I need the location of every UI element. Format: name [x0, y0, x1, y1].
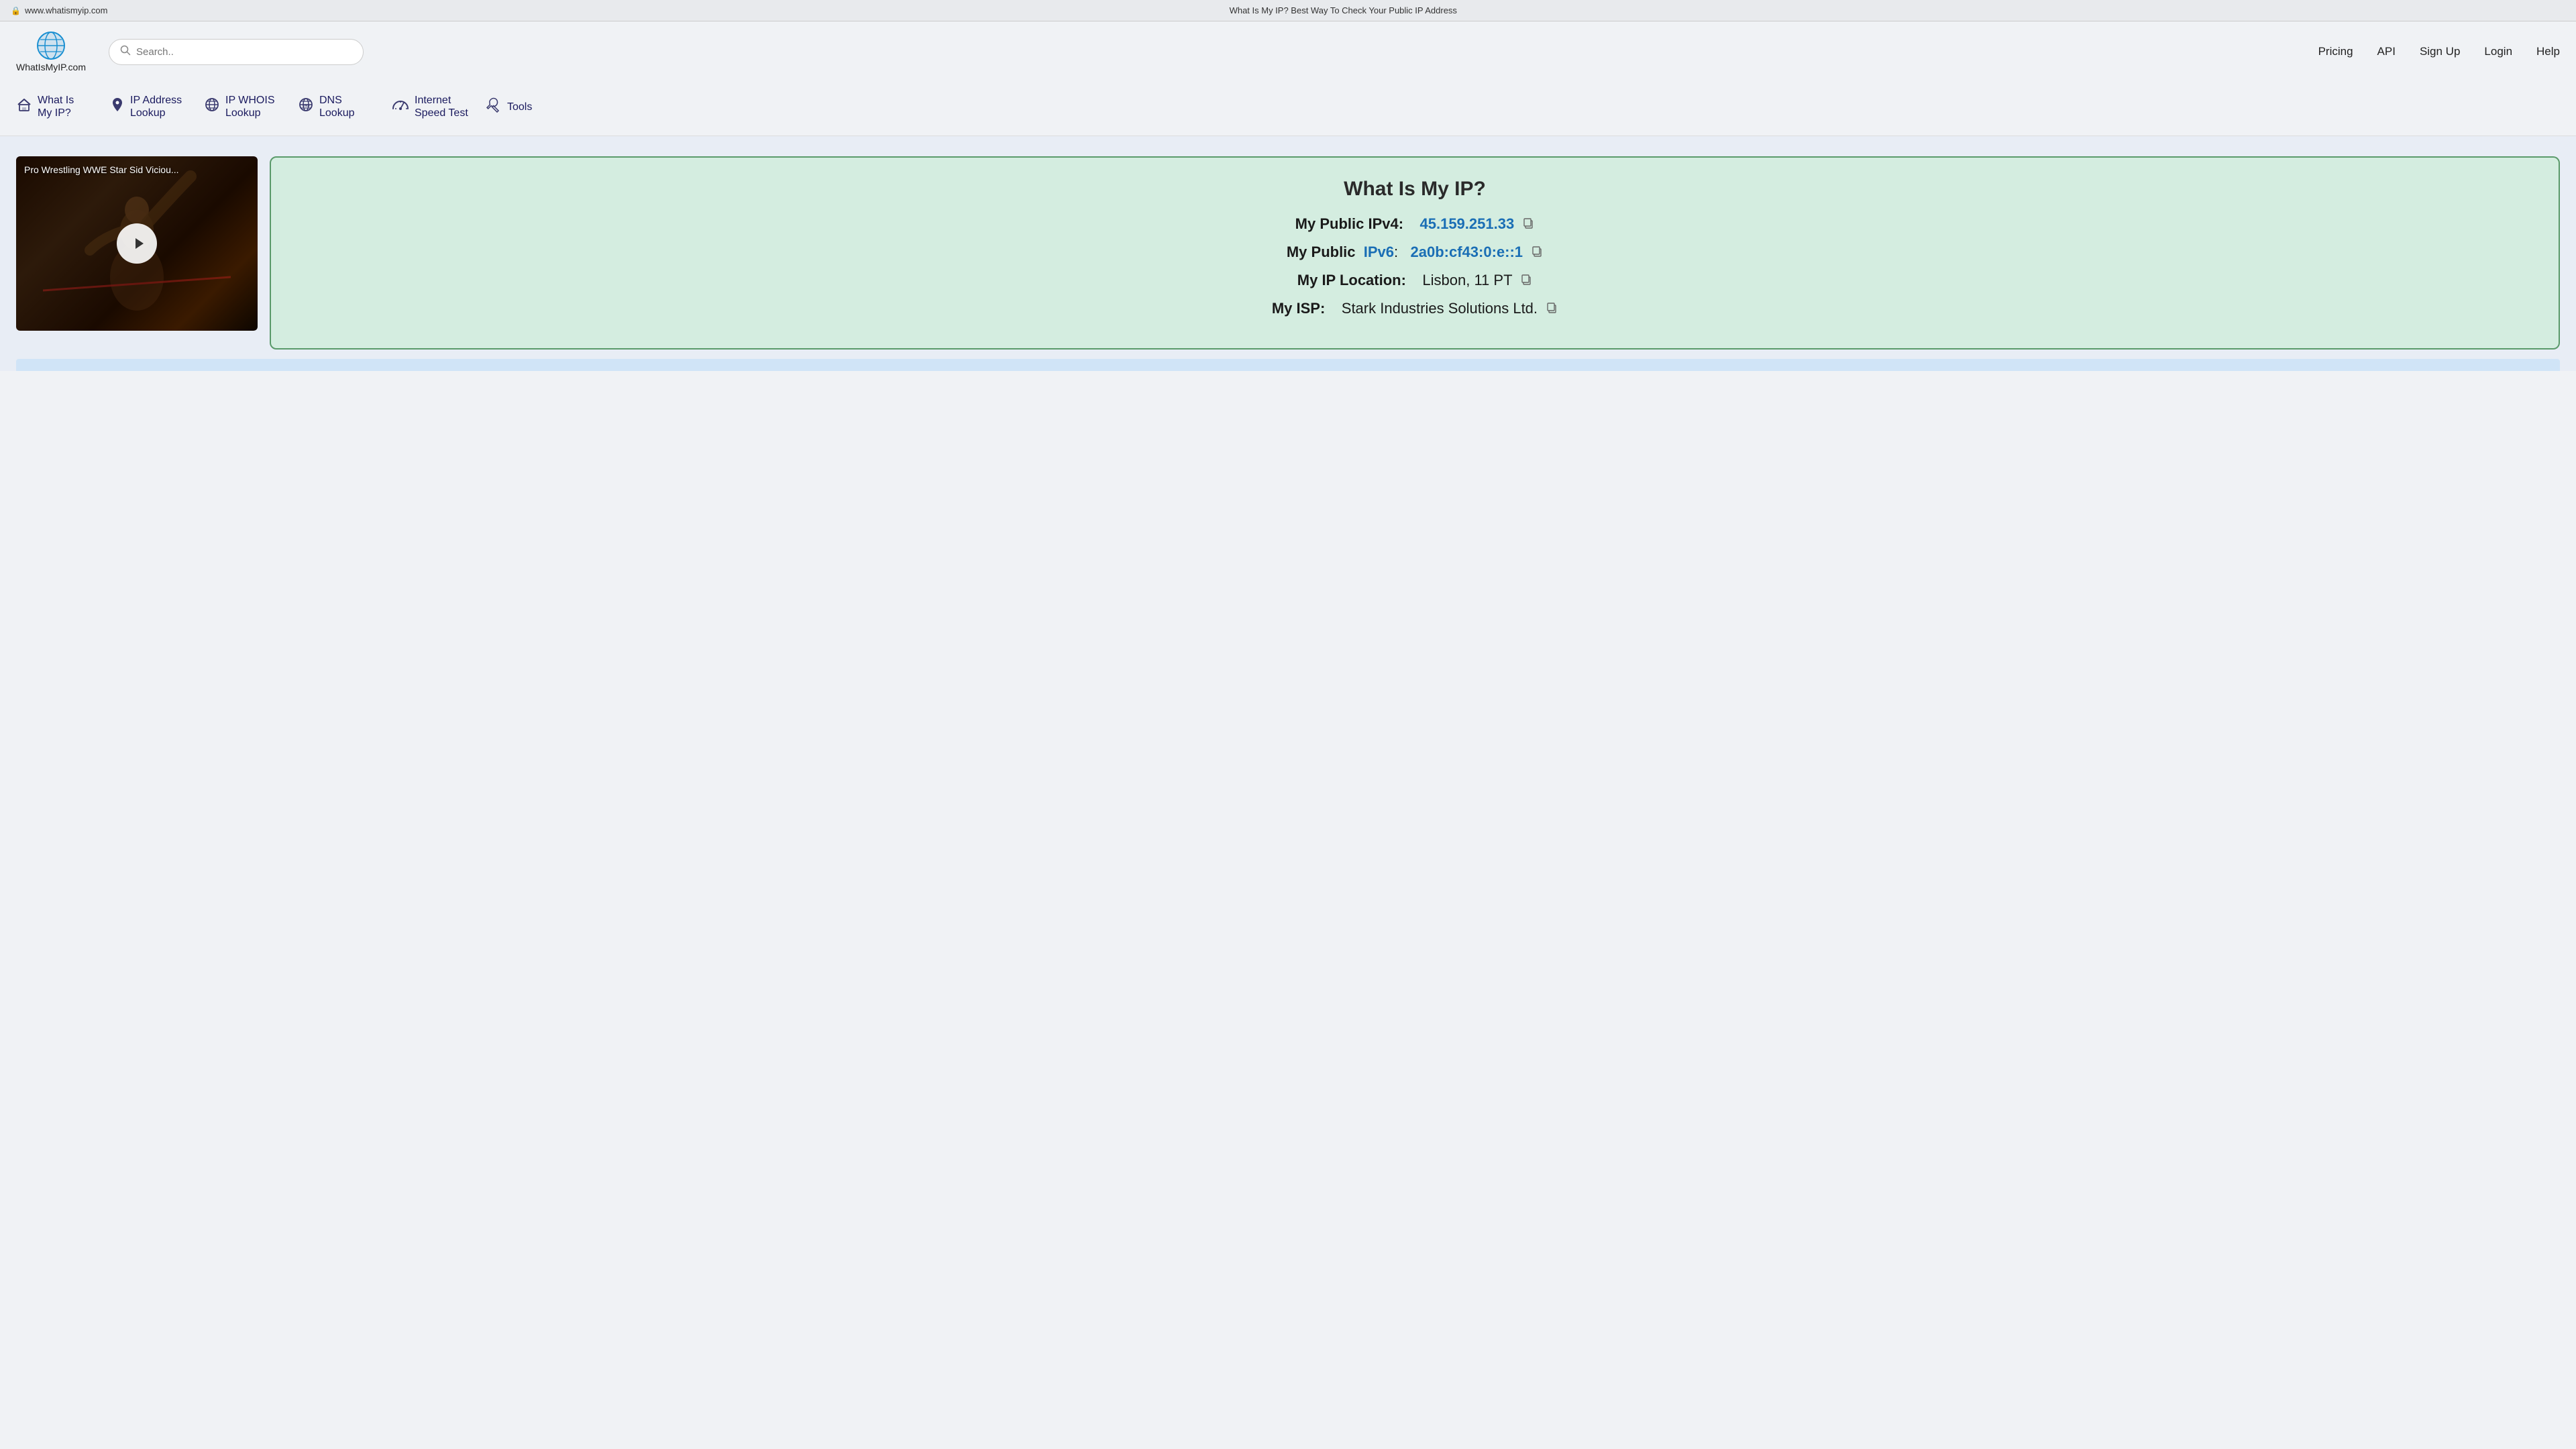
url-text: www.whatismyip.com	[25, 5, 108, 15]
search-bar[interactable]	[109, 39, 364, 65]
logo-area[interactable]: WhatIsMyIP.com	[16, 31, 86, 72]
ipv4-label: My Public IPv4:	[1295, 215, 1403, 232]
video-thumbnail[interactable]: Pro Wrestling WWE Star Sid Viciou...	[16, 156, 258, 331]
ipv4-row: My Public IPv4: 45.159.251.33	[291, 215, 2538, 233]
api-nav-item[interactable]: API	[2377, 45, 2396, 58]
help-nav-item[interactable]: Help	[2536, 45, 2560, 58]
location-label: My IP Location:	[1297, 272, 1406, 288]
nav2-internet-speed-test[interactable]: InternetSpeed Test	[392, 89, 486, 125]
bottom-blue-bar	[16, 359, 2560, 371]
location-value: Lisbon, 11 PT	[1422, 272, 1512, 288]
main-content: Pro Wrestling WWE Star Sid Viciou... Wha…	[0, 136, 2576, 371]
isp-value: Stark Industries Solutions Ltd.	[1342, 300, 1538, 317]
nav2-ip-address-lookup[interactable]: IP AddressLookup	[110, 89, 204, 125]
ip-info-box: What Is My IP? My Public IPv4: 45.159.25…	[270, 156, 2560, 350]
nav2-ip-address-lookup-label: IP AddressLookup	[130, 94, 182, 119]
nav2-internet-speed-test-label: InternetSpeed Test	[415, 94, 468, 119]
nav2-dns-lookup[interactable]: DNS DNSLookup	[298, 89, 392, 125]
lock-icon: 🔒	[11, 6, 21, 15]
site-header: WhatIsMyIP.com Pricing API Sign Up Login…	[0, 21, 2576, 82]
dns-globe-icon: DNS	[298, 97, 314, 117]
nav2-ip-whois-lookup-label: IP WHOISLookup	[225, 94, 275, 119]
nav2-ip-whois-lookup[interactable]: IP WHOISLookup	[204, 89, 298, 125]
ipv6-label: My Public	[1287, 244, 1356, 260]
play-button[interactable]	[117, 223, 157, 264]
nav2-tools[interactable]: Tools	[486, 91, 580, 122]
nav2-tools-label: Tools	[507, 101, 532, 113]
browser-url: 🔒 www.whatismyip.com	[11, 5, 107, 15]
search-input[interactable]	[136, 46, 352, 58]
nav2-what-is-my-ip[interactable]: What IsMy IP?	[16, 89, 110, 125]
ipv6-link[interactable]: IPv6	[1364, 244, 1394, 260]
ipv6-colon: :	[1394, 244, 1398, 260]
tools-wrench-icon	[486, 97, 502, 117]
location-pin-icon	[110, 97, 125, 117]
ipv4-copy-icon[interactable]	[1522, 217, 1534, 233]
svg-text:DNS: DNS	[303, 104, 310, 108]
home-icon	[16, 97, 32, 117]
location-row: My IP Location: Lisbon, 11 PT	[291, 272, 2538, 289]
login-nav-item[interactable]: Login	[2484, 45, 2512, 58]
ipv6-row: My Public IPv6: 2a0b:cf43:0:e::1	[291, 244, 2538, 261]
ip-info-title: What Is My IP?	[291, 178, 2538, 201]
globe-icon	[204, 97, 220, 117]
search-icon	[120, 45, 131, 59]
pricing-nav-item[interactable]: Pricing	[2318, 45, 2353, 58]
isp-row: My ISP: Stark Industries Solutions Ltd.	[291, 300, 2538, 317]
page-title: What Is My IP? Best Way To Check Your Pu…	[121, 5, 2565, 15]
signup-nav-item[interactable]: Sign Up	[2420, 45, 2460, 58]
header-nav: Pricing API Sign Up Login Help	[2318, 45, 2560, 58]
isp-label: My ISP:	[1272, 300, 1325, 317]
play-icon	[130, 235, 146, 252]
isp-copy-icon[interactable]	[1546, 302, 1558, 317]
ipv6-value[interactable]: 2a0b:cf43:0:e::1	[1411, 244, 1523, 260]
secondary-nav: What IsMy IP? IP AddressLookup IP WHOISL…	[0, 82, 2576, 136]
logo-globe-icon	[36, 31, 66, 60]
speedometer-icon	[392, 97, 409, 117]
location-copy-icon[interactable]	[1520, 274, 1532, 289]
content-row: Pro Wrestling WWE Star Sid Viciou... Wha…	[16, 156, 2560, 350]
ipv6-copy-icon[interactable]	[1531, 246, 1543, 261]
nav2-dns-lookup-label: DNSLookup	[319, 94, 355, 119]
browser-bar: 🔒 www.whatismyip.com What Is My IP? Best…	[0, 0, 2576, 21]
logo-text: WhatIsMyIP.com	[16, 62, 86, 72]
ipv4-value[interactable]: 45.159.251.33	[1420, 215, 1515, 232]
nav2-what-is-my-ip-label: What IsMy IP?	[38, 94, 74, 119]
video-label: Pro Wrestling WWE Star Sid Viciou...	[24, 164, 179, 175]
